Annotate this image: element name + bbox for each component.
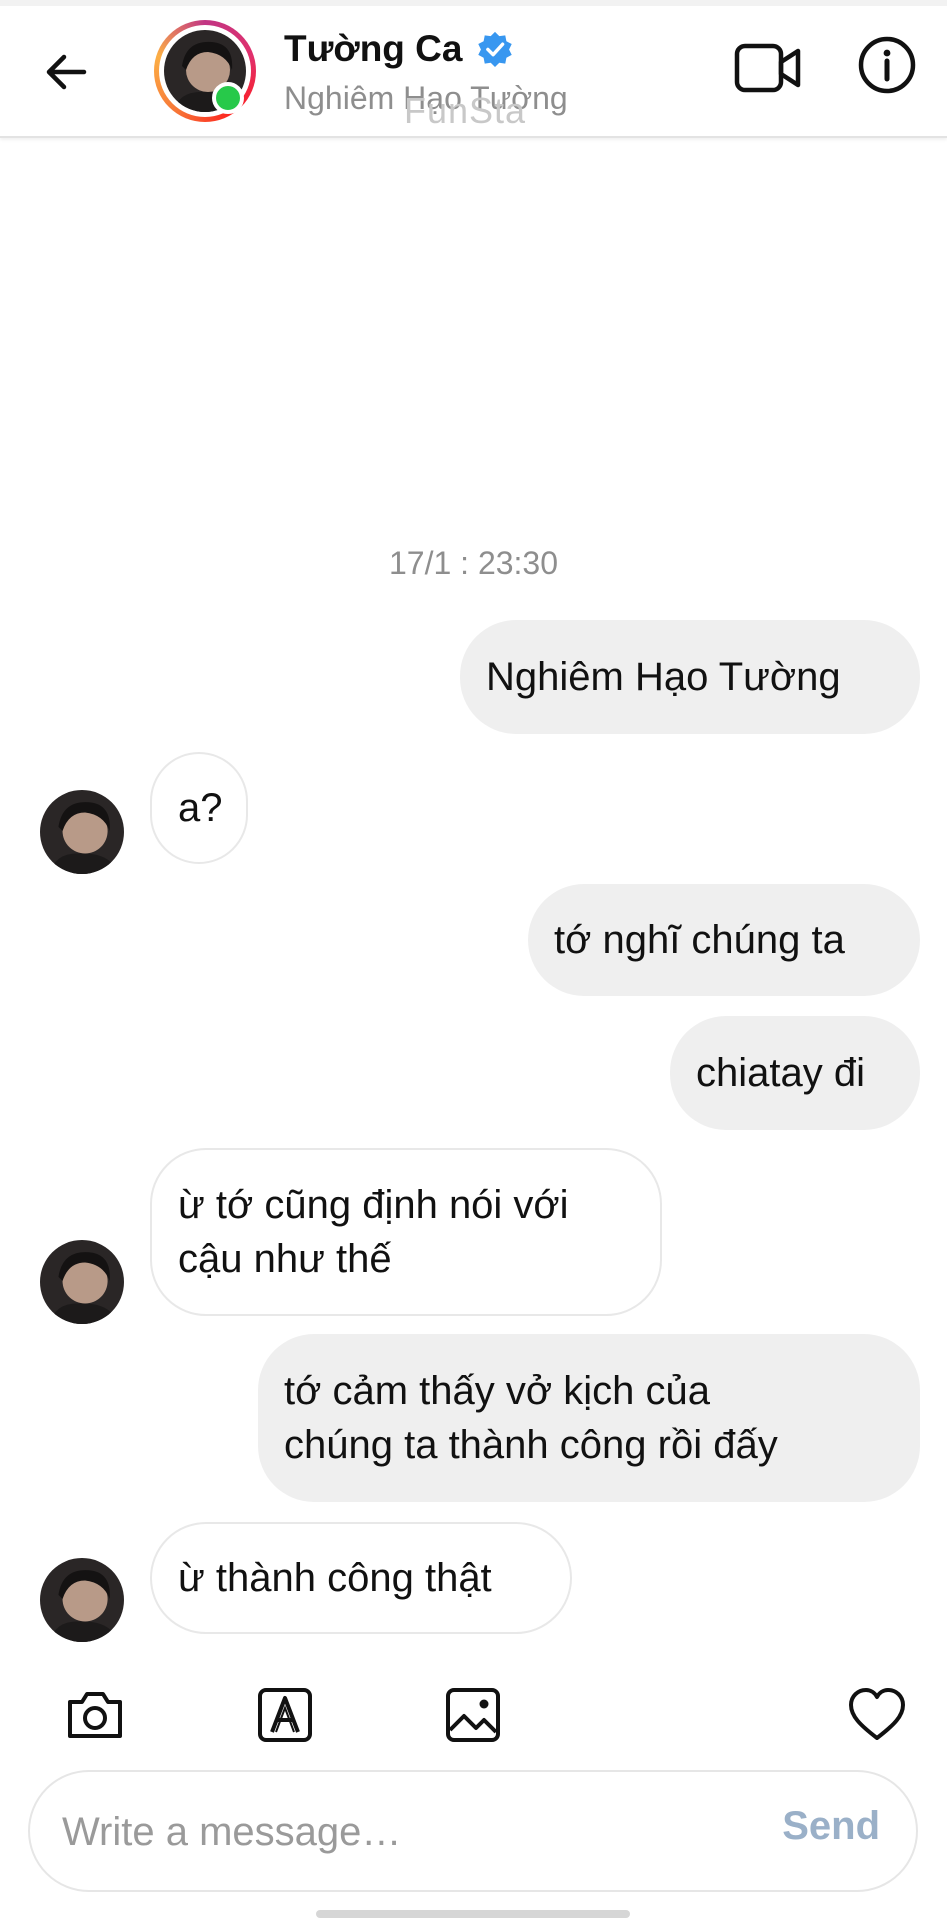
online-status-dot [212, 82, 244, 114]
gallery-icon [446, 1688, 500, 1742]
message-text: chiatay đi [696, 1051, 865, 1095]
contact-avatar-small[interactable] [40, 1558, 124, 1642]
message-composer: Send [28, 1770, 918, 1892]
received-message[interactable]: ừ tớ cũng định nói với cậu như thế [150, 1148, 662, 1316]
sent-message[interactable]: tớ cảm thấy vở kịch của chúng ta thành c… [258, 1334, 920, 1502]
video-camera-icon [734, 43, 801, 93]
message-text-line: chúng ta thành công rồi đấy [284, 1423, 778, 1467]
verified-badge-icon [478, 31, 512, 68]
like-button[interactable] [846, 1684, 908, 1746]
camera-button[interactable] [64, 1684, 126, 1746]
text-style-button[interactable] [254, 1684, 316, 1746]
back-button[interactable] [36, 42, 96, 102]
video-call-button[interactable] [732, 36, 804, 100]
send-button[interactable]: Send [782, 1804, 880, 1849]
message-text-line: tớ cảm thấy vở kịch của [284, 1369, 710, 1413]
contact-avatar-small[interactable] [40, 1240, 124, 1324]
info-icon [858, 36, 916, 94]
message-text: a? [178, 786, 223, 830]
text-style-icon [258, 1688, 312, 1742]
received-message[interactable]: ừ thành công thật [150, 1522, 572, 1634]
watermark: FunSta [404, 90, 527, 131]
status-bar-strip [0, 0, 947, 6]
arrow-left-icon [46, 54, 87, 90]
info-button[interactable] [856, 34, 918, 96]
camera-icon [68, 1692, 122, 1738]
message-text-line: cậu như thế [178, 1237, 392, 1281]
message-input[interactable] [60, 1796, 764, 1868]
sent-message[interactable]: Nghiêm Hạo Tường [460, 620, 920, 734]
sent-message[interactable]: chiatay đi [670, 1016, 920, 1130]
sent-message[interactable]: tớ nghĩ chúng ta [528, 884, 920, 996]
message-timestamp: 17/1 : 23:30 [388, 545, 559, 581]
chat-header: Tường Ca Nghiêm Hạo Tường FunSta [0, 0, 947, 138]
message-text: tớ nghĩ chúng ta [554, 918, 845, 962]
contact-avatar-small[interactable] [40, 790, 124, 874]
gallery-button[interactable] [442, 1684, 504, 1746]
message-text: ừ thành công thật [178, 1556, 492, 1600]
message-text: Nghiêm Hạo Tường [486, 655, 841, 699]
heart-icon [849, 1688, 905, 1740]
contact-name[interactable]: Tường Ca [284, 28, 462, 70]
home-indicator [316, 1910, 630, 1918]
received-message[interactable]: a? [150, 752, 248, 864]
message-text-line: ừ tớ cũng định nói với [178, 1183, 569, 1227]
